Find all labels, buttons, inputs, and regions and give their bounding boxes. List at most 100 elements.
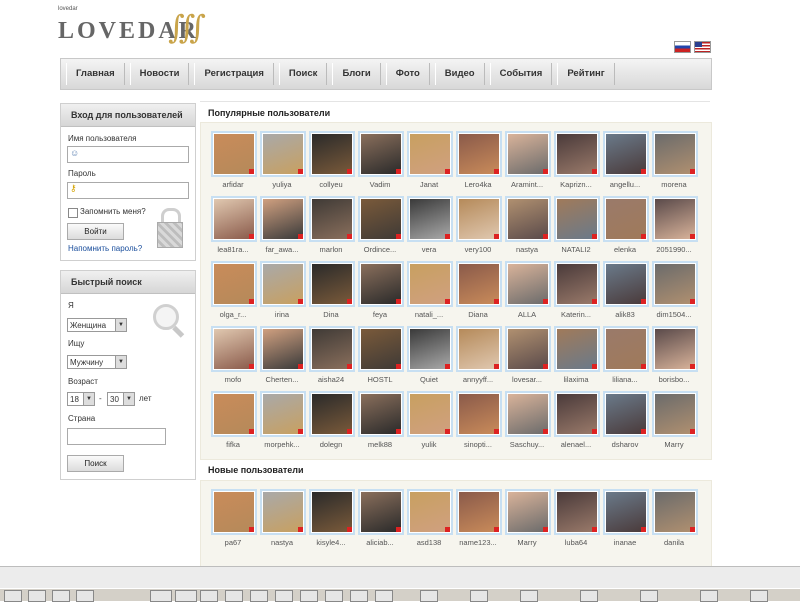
taskbar-button[interactable] xyxy=(275,590,293,602)
user-avatar[interactable] xyxy=(456,391,502,437)
i-am-select[interactable]: Женщина ▼ xyxy=(67,318,127,332)
user-card[interactable]: yulik xyxy=(407,391,453,449)
user-avatar[interactable] xyxy=(211,489,257,535)
taskbar-button[interactable] xyxy=(640,590,658,602)
remember-checkbox[interactable] xyxy=(68,208,78,218)
user-card[interactable]: morena xyxy=(652,131,698,189)
taskbar-button[interactable] xyxy=(350,590,368,602)
nav-home[interactable]: Главная xyxy=(66,63,125,85)
user-name[interactable]: Marry xyxy=(505,538,549,547)
user-card[interactable]: Marry xyxy=(652,391,698,449)
user-name[interactable]: Janat xyxy=(407,180,451,189)
user-card[interactable]: Katerin... xyxy=(554,261,600,319)
taskbar-button[interactable] xyxy=(4,590,22,602)
search-button[interactable]: Поиск xyxy=(67,455,124,472)
user-name[interactable]: dolegn xyxy=(309,440,353,449)
user-name[interactable]: yulik xyxy=(407,440,451,449)
user-name[interactable]: Ordince... xyxy=(358,245,402,254)
user-card[interactable]: Cherten... xyxy=(260,326,306,384)
nav-video[interactable]: Видео xyxy=(434,63,485,85)
user-avatar[interactable] xyxy=(603,196,649,242)
user-avatar[interactable] xyxy=(456,196,502,242)
user-card[interactable]: annyyff... xyxy=(456,326,502,384)
user-card[interactable]: borisbo... xyxy=(652,326,698,384)
user-avatar[interactable] xyxy=(309,391,355,437)
age-from-select[interactable]: 18 ▼ xyxy=(67,392,95,406)
user-name[interactable]: name123... xyxy=(456,538,500,547)
user-avatar[interactable] xyxy=(652,131,698,177)
user-card[interactable]: Janat xyxy=(407,131,453,189)
user-avatar[interactable] xyxy=(211,326,257,372)
user-name[interactable]: inanae xyxy=(603,538,647,547)
taskbar-button[interactable] xyxy=(150,590,172,602)
site-logo[interactable]: lovedar LOVEDAR ∭ xyxy=(58,6,208,51)
user-card[interactable]: kisyle4... xyxy=(309,489,355,547)
user-avatar[interactable] xyxy=(505,131,551,177)
nav-blogs[interactable]: Блоги xyxy=(332,63,381,85)
taskbar-button[interactable] xyxy=(520,590,538,602)
user-avatar[interactable] xyxy=(407,489,453,535)
taskbar-button[interactable] xyxy=(580,590,598,602)
user-avatar[interactable] xyxy=(554,489,600,535)
user-card[interactable]: pa67 xyxy=(211,489,257,547)
user-avatar[interactable] xyxy=(260,391,306,437)
user-name[interactable]: irina xyxy=(260,310,304,319)
user-card[interactable]: sinopti... xyxy=(456,391,502,449)
user-avatar[interactable] xyxy=(260,489,306,535)
user-name[interactable]: Aramint... xyxy=(505,180,549,189)
user-card[interactable]: nastya xyxy=(505,196,551,254)
user-card[interactable]: dim1504... xyxy=(652,261,698,319)
user-card[interactable]: lilaxima xyxy=(554,326,600,384)
user-avatar[interactable] xyxy=(505,261,551,307)
user-avatar[interactable] xyxy=(358,326,404,372)
user-avatar[interactable] xyxy=(456,131,502,177)
taskbar-button[interactable] xyxy=(300,590,318,602)
user-avatar[interactable] xyxy=(603,489,649,535)
taskbar-button[interactable] xyxy=(200,590,218,602)
user-name[interactable]: dsharov xyxy=(603,440,647,449)
user-name[interactable]: 2051990... xyxy=(652,245,696,254)
user-name[interactable]: Quiet xyxy=(407,375,451,384)
user-card[interactable]: aliciab... xyxy=(358,489,404,547)
user-name[interactable]: Lero4ka xyxy=(456,180,500,189)
user-avatar[interactable] xyxy=(554,326,600,372)
user-card[interactable]: dsharov xyxy=(603,391,649,449)
user-avatar[interactable] xyxy=(260,131,306,177)
taskbar-button[interactable] xyxy=(325,590,343,602)
taskbar-button[interactable] xyxy=(76,590,94,602)
user-card[interactable]: morpehk... xyxy=(260,391,306,449)
user-avatar[interactable] xyxy=(505,489,551,535)
user-name[interactable]: alenael... xyxy=(554,440,598,449)
login-button[interactable]: Войти xyxy=(67,223,124,240)
user-avatar[interactable] xyxy=(260,196,306,242)
user-name[interactable]: marlon xyxy=(309,245,353,254)
age-to-select[interactable]: 30 ▼ xyxy=(107,392,135,406)
user-avatar[interactable] xyxy=(652,261,698,307)
user-avatar[interactable] xyxy=(211,196,257,242)
user-name[interactable]: morena xyxy=(652,180,696,189)
taskbar-button[interactable] xyxy=(225,590,243,602)
user-avatar[interactable] xyxy=(603,391,649,437)
user-name[interactable]: far_awa... xyxy=(260,245,304,254)
user-avatar[interactable] xyxy=(652,196,698,242)
user-avatar[interactable] xyxy=(554,261,600,307)
user-card[interactable]: very100 xyxy=(456,196,502,254)
user-name[interactable]: danila xyxy=(652,538,696,547)
user-card[interactable]: asd138 xyxy=(407,489,453,547)
user-card[interactable]: luba64 xyxy=(554,489,600,547)
user-name[interactable]: olga_r... xyxy=(211,310,255,319)
taskbar-button[interactable] xyxy=(700,590,718,602)
user-name[interactable]: Dina xyxy=(309,310,353,319)
user-card[interactable]: alik83 xyxy=(603,261,649,319)
password-input[interactable]: ⚷ xyxy=(67,182,189,199)
user-card[interactable]: alenael... xyxy=(554,391,600,449)
user-card[interactable]: nastya xyxy=(260,489,306,547)
user-name[interactable]: pa67 xyxy=(211,538,255,547)
taskbar-button[interactable] xyxy=(28,590,46,602)
user-card[interactable]: vera xyxy=(407,196,453,254)
taskbar-button[interactable] xyxy=(250,590,268,602)
user-card[interactable]: dolegn xyxy=(309,391,355,449)
user-card[interactable]: olga_r... xyxy=(211,261,257,319)
user-avatar[interactable] xyxy=(652,391,698,437)
user-card[interactable]: marlon xyxy=(309,196,355,254)
